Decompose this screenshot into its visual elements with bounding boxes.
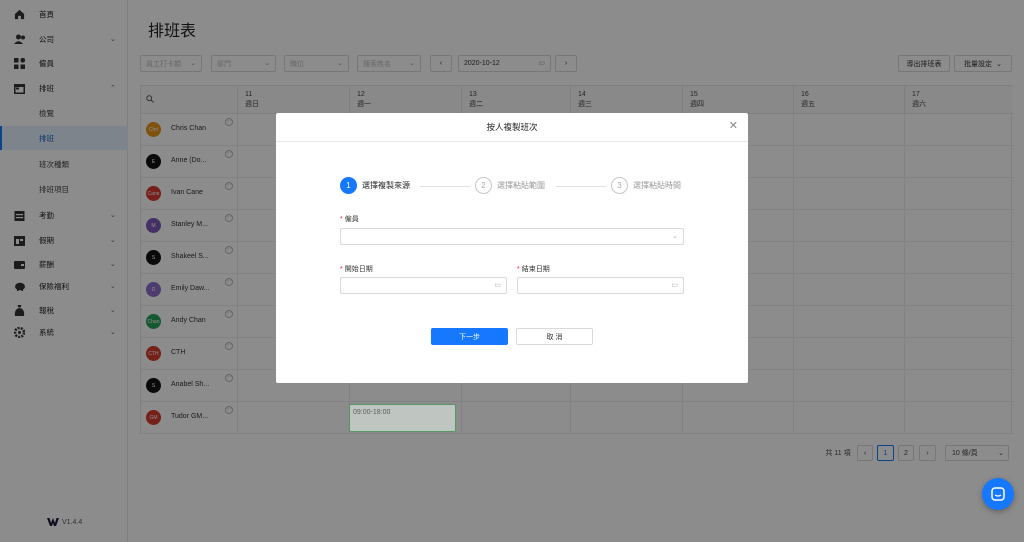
chevron-down-icon: ⌄ xyxy=(672,233,678,240)
required-mark: * xyxy=(340,266,343,273)
shift-time: 09:00-18:00 xyxy=(353,409,391,416)
calendar-icon: ▭ xyxy=(494,282,501,289)
required-mark: * xyxy=(517,266,520,273)
label-text: 結束日期 xyxy=(521,266,550,273)
step-2: 2 選擇粘貼範圍 xyxy=(475,177,545,194)
employee-label: * 僱員 xyxy=(340,214,359,224)
modal-title: 按人複製班次 xyxy=(276,113,748,142)
chat-button[interactable] xyxy=(982,478,1014,510)
step-3: 3 選擇粘貼時間 xyxy=(611,177,681,194)
step-1: 1 選擇複製來源 xyxy=(340,177,410,194)
shift-block[interactable]: 09:00-18:00 xyxy=(349,404,456,432)
cancel-button[interactable]: 取 消 xyxy=(516,328,593,345)
label-text: 開始日期 xyxy=(344,266,373,273)
step-number: 1 xyxy=(340,177,357,194)
step-label: 選擇粘貼時間 xyxy=(633,181,681,190)
start-date-label: * 開始日期 xyxy=(340,264,373,274)
end-date-label: * 結束日期 xyxy=(517,264,550,274)
employee-select[interactable]: ⌄ xyxy=(340,228,684,245)
chat-icon xyxy=(991,487,1005,501)
close-icon[interactable]: ✕ xyxy=(729,121,738,132)
step-number: 2 xyxy=(475,177,492,194)
required-mark: * xyxy=(340,216,343,223)
step-divider xyxy=(556,186,606,187)
start-date-input[interactable]: ▭ xyxy=(340,277,507,294)
step-label: 選擇複製來源 xyxy=(362,181,410,190)
calendar-icon: ▭ xyxy=(671,282,678,289)
step-divider xyxy=(420,186,470,187)
step-label: 選擇粘貼範圍 xyxy=(497,181,545,190)
next-step-button[interactable]: 下一步 xyxy=(431,328,508,345)
end-date-input[interactable]: ▭ xyxy=(517,277,684,294)
label-text: 僱員 xyxy=(344,216,359,223)
step-number: 3 xyxy=(611,177,628,194)
copy-shift-modal: 按人複製班次 ✕ 1 選擇複製來源 2 選擇粘貼範圍 3 選擇粘貼時間 * 僱員 … xyxy=(276,113,748,383)
